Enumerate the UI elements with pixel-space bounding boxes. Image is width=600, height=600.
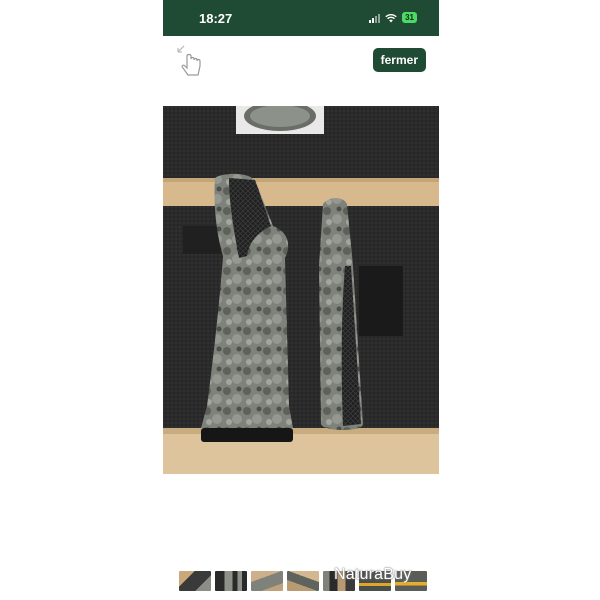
watermark-logo: NaturaBuy [334,566,412,583]
status-bar: 18:27 31 [163,0,439,36]
thumbnail-1[interactable] [179,571,211,591]
status-icons: 31 [369,12,417,23]
thumbnail-3[interactable] [251,571,283,591]
close-button[interactable]: fermer [372,48,426,72]
phone-screen: 18:27 31 fermer NaturaBuy [163,0,439,600]
thumbnail-4[interactable] [287,571,319,591]
wifi-icon [385,13,397,22]
battery-icon: 31 [402,12,417,23]
thumbnail-2[interactable] [215,571,247,591]
signal-icon [369,13,381,23]
hand-swipe-icon [177,45,201,76]
product-photo[interactable] [163,106,439,474]
status-time: 18:27 [199,11,233,26]
